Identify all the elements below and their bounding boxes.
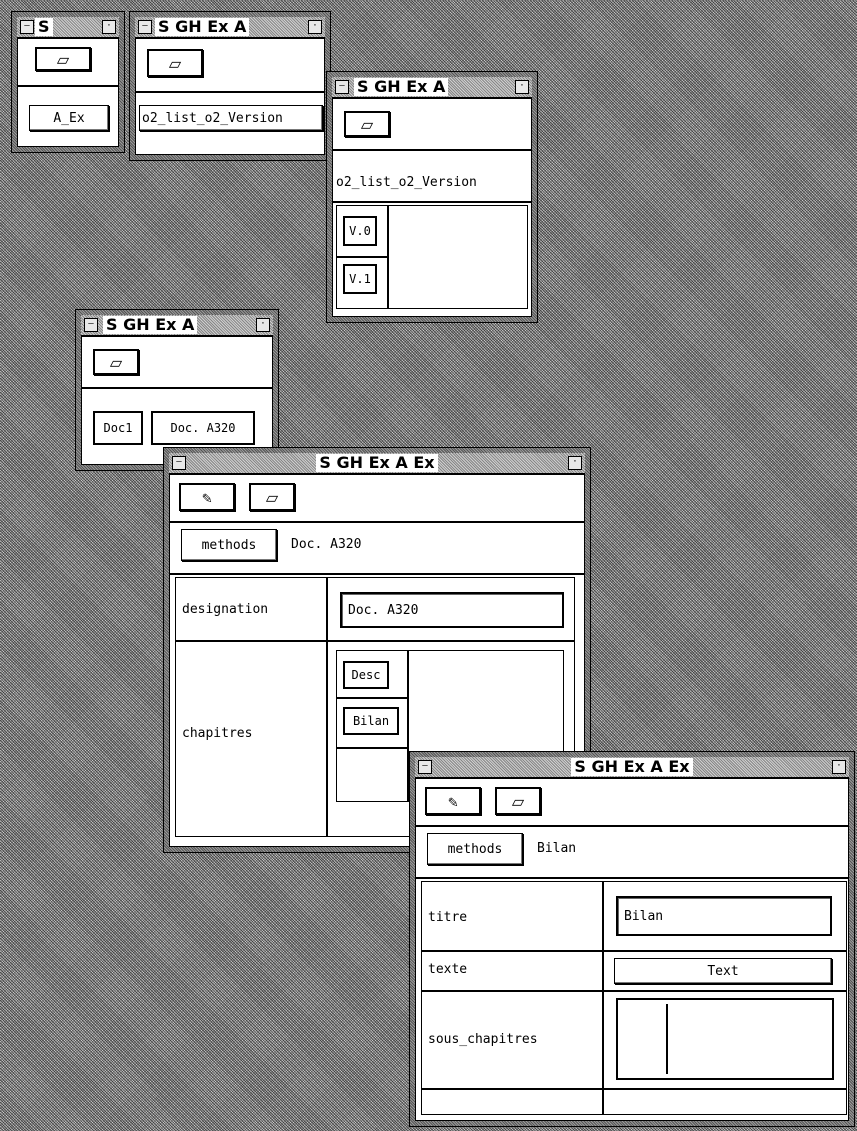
texte-label: texte [428,962,468,977]
window-title: S GH Ex A Ex [316,454,438,472]
list-label: o2_list_o2_Version [336,175,477,190]
minimize-icon[interactable]: – [418,760,432,774]
window-bilan: – S GH Ex A Ex · ✎ ⏥ methods Bilan titre… [410,752,854,1126]
texte-button[interactable]: Text [614,958,832,984]
close-icon[interactable]: · [568,456,582,470]
window-titlebar[interactable]: – S GH Ex A · [81,315,273,337]
version-list: V.0 V.1 [336,205,528,309]
close-icon[interactable]: · [102,20,116,34]
designation-label: designation [182,602,269,617]
chapitre-item[interactable]: Desc [343,661,389,689]
version-item[interactable]: V.0 [343,216,377,246]
chapitres-label: chapitres [182,726,253,741]
window-title: S GH Ex A [354,78,449,96]
minimize-icon[interactable]: – [335,80,349,94]
methods-button[interactable]: methods [181,529,277,561]
pencil-icon[interactable]: ✎ [425,787,481,815]
pencil-icon[interactable]: ✎ [179,483,235,511]
attribute-table: titre Bilan texte Text sous_chapitres [421,881,847,1115]
window-titlebar[interactable]: – S GH Ex A Ex · [169,453,585,475]
window-title: S [35,18,53,36]
eraser-icon[interactable]: ⏥ [35,47,91,71]
eraser-icon[interactable]: ⏥ [147,49,203,77]
sous-chapitres-list[interactable] [616,998,834,1080]
window-titlebar[interactable]: – S GH Ex A · [135,17,325,39]
window-s-gh-ex-a: – S GH Ex A · ⏥ o2_list_o2_Version [130,12,330,160]
minimize-icon[interactable]: – [20,20,34,34]
window-s: – S · ⏥ A_Ex [12,12,124,152]
close-icon[interactable]: · [256,318,270,332]
window-titlebar[interactable]: – S GH Ex A · [332,77,532,99]
window-titlebar[interactable]: – S · [17,17,119,39]
eraser-icon[interactable]: ⏥ [495,787,541,815]
chapitre-item[interactable]: Bilan [343,707,399,735]
window-versions: – S GH Ex A · ⏥ o2_list_o2_Version V.0 V… [327,72,537,322]
eraser-icon[interactable]: ⏥ [344,111,390,137]
eraser-icon[interactable]: ⏥ [249,483,295,511]
window-title: S GH Ex A [155,18,250,36]
close-icon[interactable]: · [308,20,322,34]
document-item[interactable]: Doc. A320 [151,411,255,445]
minimize-icon[interactable]: – [84,318,98,332]
close-icon[interactable]: · [515,80,529,94]
window-docs: – S GH Ex A · ⏥ Doc1 Doc. A320 [76,310,278,470]
object-name: Doc. A320 [291,537,362,552]
window-title: S GH Ex A [103,316,198,334]
list-item[interactable]: A_Ex [29,105,109,131]
sous-chapitres-label: sous_chapitres [428,1032,538,1047]
designation-field[interactable]: Doc. A320 [340,592,564,628]
version-item[interactable]: V.1 [343,264,377,294]
methods-button[interactable]: methods [427,833,523,865]
titre-label: titre [428,910,468,925]
eraser-icon[interactable]: ⏥ [93,349,139,375]
list-item[interactable]: o2_list_o2_Version [139,105,323,131]
window-title: S GH Ex A Ex [571,758,693,776]
object-name: Bilan [537,841,577,856]
document-item[interactable]: Doc1 [93,411,143,445]
close-icon[interactable]: · [832,760,846,774]
minimize-icon[interactable]: – [138,20,152,34]
titre-field[interactable]: Bilan [616,896,832,936]
window-titlebar[interactable]: – S GH Ex A Ex · [415,757,849,779]
minimize-icon[interactable]: – [172,456,186,470]
